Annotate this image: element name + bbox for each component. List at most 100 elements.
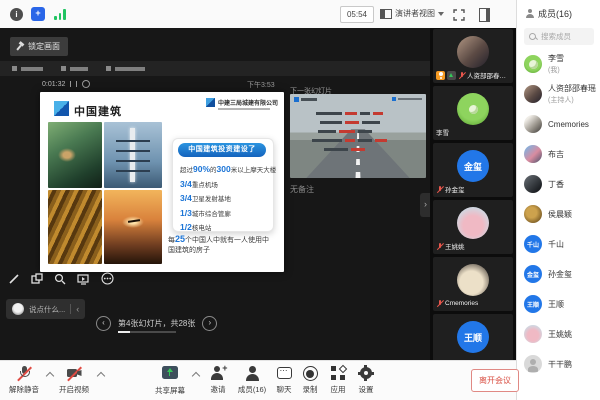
video-avatar (457, 264, 489, 296)
member-row[interactable]: 王顺王顺 (524, 294, 600, 314)
video-participant-name: 人资部邵春瑶的… (467, 70, 510, 80)
shield-icon[interactable]: + (31, 7, 45, 21)
member-search-input[interactable]: 搜索成员 (524, 28, 594, 45)
view-mode-button[interactable]: 演讲者视图 (380, 5, 444, 22)
member-row[interactable]: 人资部邵春瑶(主持人) (524, 84, 600, 104)
member-row[interactable]: 李雪(我) (524, 54, 600, 74)
member-role: (我) (548, 65, 564, 75)
layout-icon (380, 9, 392, 19)
slide-photo-rocket (104, 122, 162, 188)
video-options-chevron[interactable] (97, 372, 105, 380)
menubar-item[interactable] (12, 66, 43, 71)
member-name: 千山 (548, 239, 564, 250)
company-logo-icon (206, 98, 215, 107)
video-tile[interactable]: 王顺 (433, 314, 513, 360)
settings-button[interactable]: 设置 (344, 365, 388, 395)
next-slide-preview[interactable] (290, 94, 426, 178)
member-row[interactable]: 丁香 (524, 174, 600, 194)
collapse-chevron-icon[interactable]: ‹ (76, 304, 79, 314)
video-tile[interactable]: 王姚姚 (433, 200, 513, 254)
member-info: 丁香 (548, 179, 564, 190)
muted-mic-icon (436, 185, 443, 194)
leave-meeting-button[interactable]: 离开会议 (471, 369, 519, 392)
stat-highlight: 90% (193, 164, 210, 174)
member-avatar (524, 85, 542, 103)
zoom-icon[interactable] (54, 273, 66, 285)
member-name: Cmemories (548, 120, 589, 129)
member-name: 王顺 (548, 299, 564, 310)
company-logo-block: 中建三局城建有限公司 (206, 98, 278, 110)
video-tile[interactable]: Cmemories (433, 257, 513, 311)
member-info: 干干鹏 (548, 359, 572, 370)
member-row[interactable]: 侯晨颖 (524, 204, 600, 224)
network-signal-icon[interactable] (54, 9, 68, 20)
lock-view-button[interactable]: 锁定画面 (10, 37, 68, 56)
clock-text: 下午3:53 (247, 80, 275, 90)
member-row[interactable]: 布吉 (524, 144, 600, 164)
member-info: 王顺 (548, 299, 564, 310)
quick-chat-bar[interactable]: 说点什么... ‹ (6, 299, 85, 319)
settings-label: 设置 (344, 384, 388, 395)
member-avatar (524, 115, 542, 133)
video-tile[interactable]: 人资部邵春瑶的… (433, 29, 513, 83)
video-avatar (457, 207, 489, 239)
unmute-button[interactable]: 解除静音 (2, 365, 46, 395)
stat-text: 重点机场 (192, 182, 218, 189)
pen-icon[interactable] (8, 273, 20, 285)
refresh-icon[interactable] (82, 80, 90, 88)
presentation-menubar (0, 61, 430, 76)
chat-placeholder[interactable]: 说点什么... (29, 304, 65, 315)
video-tile-label: 王姚姚 (436, 241, 465, 251)
fullscreen-icon[interactable] (453, 8, 465, 26)
pin-icon (14, 40, 26, 52)
member-avatar (524, 175, 542, 193)
member-info: 侯晨颖 (548, 209, 572, 220)
preview-logo-right (392, 97, 422, 101)
info-icon[interactable]: i (10, 8, 23, 21)
member-row[interactable]: 干干鹏 (524, 354, 600, 374)
video-avatar: 王顺 (457, 321, 489, 353)
unmute-label: 解除静音 (2, 384, 46, 395)
pause-icon[interactable] (70, 81, 77, 87)
preview-text-line (324, 148, 365, 151)
video-filmstrip: 人资部邵春瑶的… 李雪金玺孙金玺王姚姚 Cmemories 王顺 (430, 28, 516, 360)
side-panel-icon[interactable] (479, 8, 490, 22)
member-name: 人资部邵春瑶 (548, 83, 596, 94)
stats-card: 中国建筑投资建设了 超过90%的300米以上摩天大楼3/4重点机场3/4卫星发射… (172, 138, 274, 232)
video-tile-label: 人资部邵春瑶的… (436, 70, 510, 80)
muted-mic-icon (458, 71, 465, 80)
video-tile[interactable]: 李雪 (433, 86, 513, 140)
stat-text: 核电站 (192, 225, 212, 232)
member-avatar: 金玺 (524, 265, 542, 283)
stats-list-item: 1/3城市综合管廊 (180, 207, 270, 222)
board-icon[interactable] (31, 273, 43, 285)
member-row[interactable]: 王姚姚 (524, 324, 600, 344)
member-info: 千山 (548, 239, 564, 250)
next-slide-button[interactable]: › (202, 316, 217, 331)
stats-list: 超过90%的300米以上摩天大楼3/4重点机场3/4卫星发射基地1/3城市综合管… (180, 163, 270, 236)
slide-logo-icon (54, 101, 69, 116)
member-row[interactable]: 金玺孙金玺 (524, 264, 600, 284)
menubar-item[interactable] (61, 66, 88, 71)
slide-title: 中国建筑 (74, 103, 122, 119)
member-row[interactable]: Cmemories (524, 114, 600, 134)
video-tile-label: 孙金玺 (436, 184, 465, 194)
pointer-icon[interactable] (77, 273, 90, 285)
start-video-button[interactable]: 开启视频 (52, 365, 96, 395)
share-screen-label: 共享屏幕 (148, 385, 192, 396)
lock-view-label: 锁定画面 (28, 41, 60, 52)
preview-text-line (312, 139, 387, 142)
menubar-item[interactable] (106, 66, 145, 71)
members-icon (244, 365, 261, 382)
preview-logo (294, 97, 317, 102)
stats-list-item: 3/4重点机场 (180, 178, 270, 193)
meeting-window: i + 05:54 演讲者视图 锁定画面 0:01:32 下午3:53 (0, 0, 600, 400)
stat-highlight: 3/4 (180, 193, 192, 203)
stat-highlight: 300 (217, 164, 231, 174)
member-name: 布吉 (548, 149, 564, 160)
video-tile[interactable]: 金玺孙金玺 (433, 143, 513, 197)
prev-slide-button[interactable]: ‹ (96, 316, 111, 331)
more-icon[interactable] (101, 272, 114, 285)
share-screen-button[interactable]: 共享屏幕 (148, 365, 192, 396)
member-row[interactable]: 千山千山 (524, 234, 600, 254)
